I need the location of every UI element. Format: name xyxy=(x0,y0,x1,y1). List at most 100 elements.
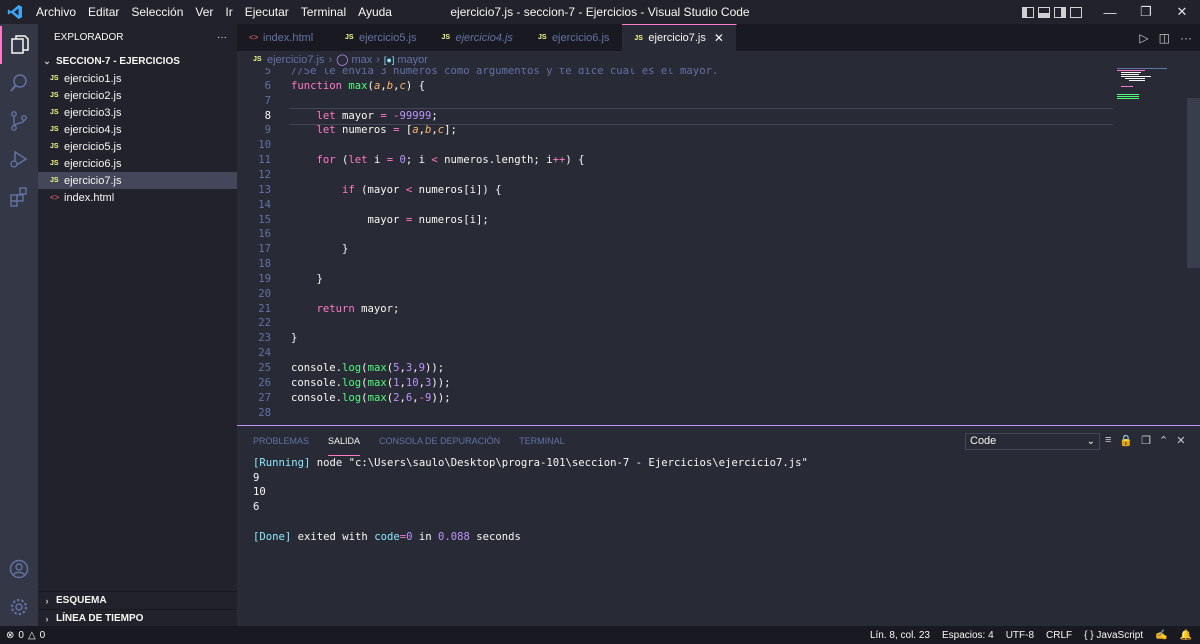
line-number: 12 xyxy=(258,168,271,181)
js-file-icon: JS xyxy=(441,34,451,41)
warning-icon[interactable]: △ xyxy=(28,630,36,641)
code-token: console. xyxy=(291,376,343,389)
cursor-position[interactable]: Lín. 8, col. 23 xyxy=(870,630,930,641)
toggle-sidebar-icon[interactable] xyxy=(1022,6,1034,18)
split-editor-icon[interactable]: ◫ xyxy=(1159,31,1170,45)
menu-item-ayuda[interactable]: Ayuda xyxy=(352,0,398,24)
customize-layout-icon[interactable] xyxy=(1070,6,1082,18)
error-count[interactable]: 0 xyxy=(18,630,24,641)
tab-ejercicio5-js[interactable]: JS ejercicio5.js xyxy=(333,24,430,51)
code-text: } xyxy=(291,272,323,287)
code-text: console.log(max(2,6,-9)); xyxy=(291,391,451,406)
file-item[interactable]: JS ejercicio1.js xyxy=(38,70,237,87)
clear-output-icon[interactable]: ≡ xyxy=(1105,434,1111,447)
line-number: 21 xyxy=(258,302,271,315)
file-item[interactable]: JS ejercicio7.js xyxy=(38,172,237,189)
explorer-icon[interactable] xyxy=(0,26,38,64)
code-token: let xyxy=(348,154,374,167)
panel-tab-3[interactable]: CONSOLA DE DEPURACIÓN xyxy=(379,426,500,456)
output-channel-value: Code xyxy=(970,435,997,447)
menu-item-ver[interactable]: Ver xyxy=(189,0,219,24)
line-number: 8 xyxy=(264,109,271,122)
code-line: 14 xyxy=(237,198,1117,213)
close-tab-icon[interactable]: ✕ xyxy=(714,31,724,45)
tab-ejercicio6-js[interactable]: JS ejercicio6.js xyxy=(526,24,623,51)
panel-tab-1[interactable]: PROBLEMAS xyxy=(253,426,309,456)
output-token: 9 xyxy=(253,471,260,484)
feedback-icon[interactable]: ✍ xyxy=(1155,630,1167,641)
output-token: node "c:\Users\saulo\Desktop\progra-101\… xyxy=(316,457,808,469)
lock-icon[interactable]: 🔒 xyxy=(1119,434,1133,447)
maximize-panel-icon[interactable]: ⌃ xyxy=(1159,434,1168,447)
file-item[interactable]: JS ejercicio4.js xyxy=(38,121,237,138)
breadcrumb-function[interactable]: max xyxy=(351,54,372,66)
run-code-icon[interactable]: ▷ xyxy=(1139,31,1148,45)
breadcrumb-file[interactable]: ejercicio7.js xyxy=(267,54,324,66)
timeline-section[interactable]: › LÍNEA DE TIEMPO xyxy=(38,609,237,627)
panel-tab-4[interactable]: TERMINAL xyxy=(519,426,565,456)
menu-item-terminal[interactable]: Terminal xyxy=(295,0,352,24)
error-icon[interactable]: ⊗ xyxy=(6,630,14,641)
encoding[interactable]: UTF-8 xyxy=(1006,630,1034,641)
panel-tab-2[interactable]: SALIDA xyxy=(328,426,361,456)
tab-index-html[interactable]: <> index.html xyxy=(237,24,333,51)
folder-root[interactable]: ⌄ SECCION-7 - EJERCICIOS xyxy=(38,52,237,70)
editor-more-icon[interactable]: ··· xyxy=(1180,31,1192,45)
line-number: 13 xyxy=(258,183,271,196)
code-token: ++ xyxy=(552,154,566,167)
menu-item-selección[interactable]: Selección xyxy=(125,0,189,24)
file-item[interactable]: JS ejercicio3.js xyxy=(38,104,237,121)
html-file-icon: <> xyxy=(50,193,60,202)
close-panel-icon[interactable]: ✕ xyxy=(1176,434,1185,447)
minimap[interactable] xyxy=(1117,68,1177,108)
file-item[interactable]: JS ejercicio6.js xyxy=(38,155,237,172)
folder-label: SECCION-7 - EJERCICIOS xyxy=(56,55,180,67)
breadcrumb-variable[interactable]: mayor xyxy=(397,54,428,66)
menu-item-editar[interactable]: Editar xyxy=(82,0,125,24)
code-token: numeros[i]; xyxy=(418,213,489,226)
notifications-bell-icon[interactable]: 🔔 xyxy=(1180,630,1192,641)
line-number: 20 xyxy=(258,287,271,300)
vscode-logo-icon xyxy=(0,0,30,24)
code-token: let xyxy=(316,124,343,137)
file-item[interactable]: JS ejercicio2.js xyxy=(38,87,237,104)
toggle-secondary-sidebar-icon[interactable] xyxy=(1054,6,1066,18)
search-icon[interactable] xyxy=(0,64,38,102)
tab-ejercicio4-js[interactable]: JS ejercicio4.js xyxy=(429,24,526,51)
warning-count[interactable]: 0 xyxy=(40,630,46,641)
code-token: mayor; xyxy=(361,302,400,315)
code-token: i xyxy=(373,154,387,167)
code-token: ; xyxy=(431,109,438,122)
line-ending[interactable]: CRLF xyxy=(1046,630,1072,641)
code-token: if xyxy=(342,183,362,196)
extensions-icon[interactable] xyxy=(0,178,38,216)
code-token: ) { xyxy=(565,154,585,167)
minimize-icon[interactable]: — xyxy=(1092,0,1128,24)
open-editor-icon[interactable]: ❐ xyxy=(1141,434,1151,447)
menu-item-ejecutar[interactable]: Ejecutar xyxy=(239,0,295,24)
close-window-icon[interactable]: ✕ xyxy=(1164,0,1200,24)
outline-section[interactable]: › ESQUEMA xyxy=(38,591,237,609)
toggle-panel-icon[interactable] xyxy=(1038,6,1050,18)
source-control-icon[interactable] xyxy=(0,102,38,140)
indentation[interactable]: Espacios: 4 xyxy=(942,630,994,641)
code-text: console.log(max(5,3,9)); xyxy=(291,361,444,376)
restore-icon[interactable]: ❐ xyxy=(1128,0,1164,24)
code-editor[interactable]: 5 //Se le envia 3 numeros como argumentos… xyxy=(237,68,1200,425)
more-actions-icon[interactable]: ··· xyxy=(217,32,227,43)
output-token: exited with xyxy=(297,530,375,543)
file-list: JS ejercicio1.js JS ejercicio2.js JS ejercici… xyxy=(38,70,237,206)
run-debug-icon[interactable] xyxy=(0,140,38,178)
file-item[interactable]: JS ejercicio5.js xyxy=(38,138,237,155)
line-number: 18 xyxy=(258,258,271,271)
editor-scrollbar[interactable] xyxy=(1187,98,1200,268)
menu-item-archivo[interactable]: Archivo xyxy=(30,0,82,24)
menu-item-ir[interactable]: Ir xyxy=(219,0,238,24)
accounts-icon[interactable] xyxy=(0,550,38,588)
output-channel-select[interactable]: Code ⌄ xyxy=(965,433,1100,450)
language-mode[interactable]: { } JavaScript xyxy=(1084,630,1143,641)
file-item[interactable]: <> index.html xyxy=(38,189,237,206)
settings-gear-icon[interactable] xyxy=(0,588,38,626)
tab-ejercicio7-js[interactable]: JS ejercicio7.js ✕ xyxy=(622,24,737,51)
